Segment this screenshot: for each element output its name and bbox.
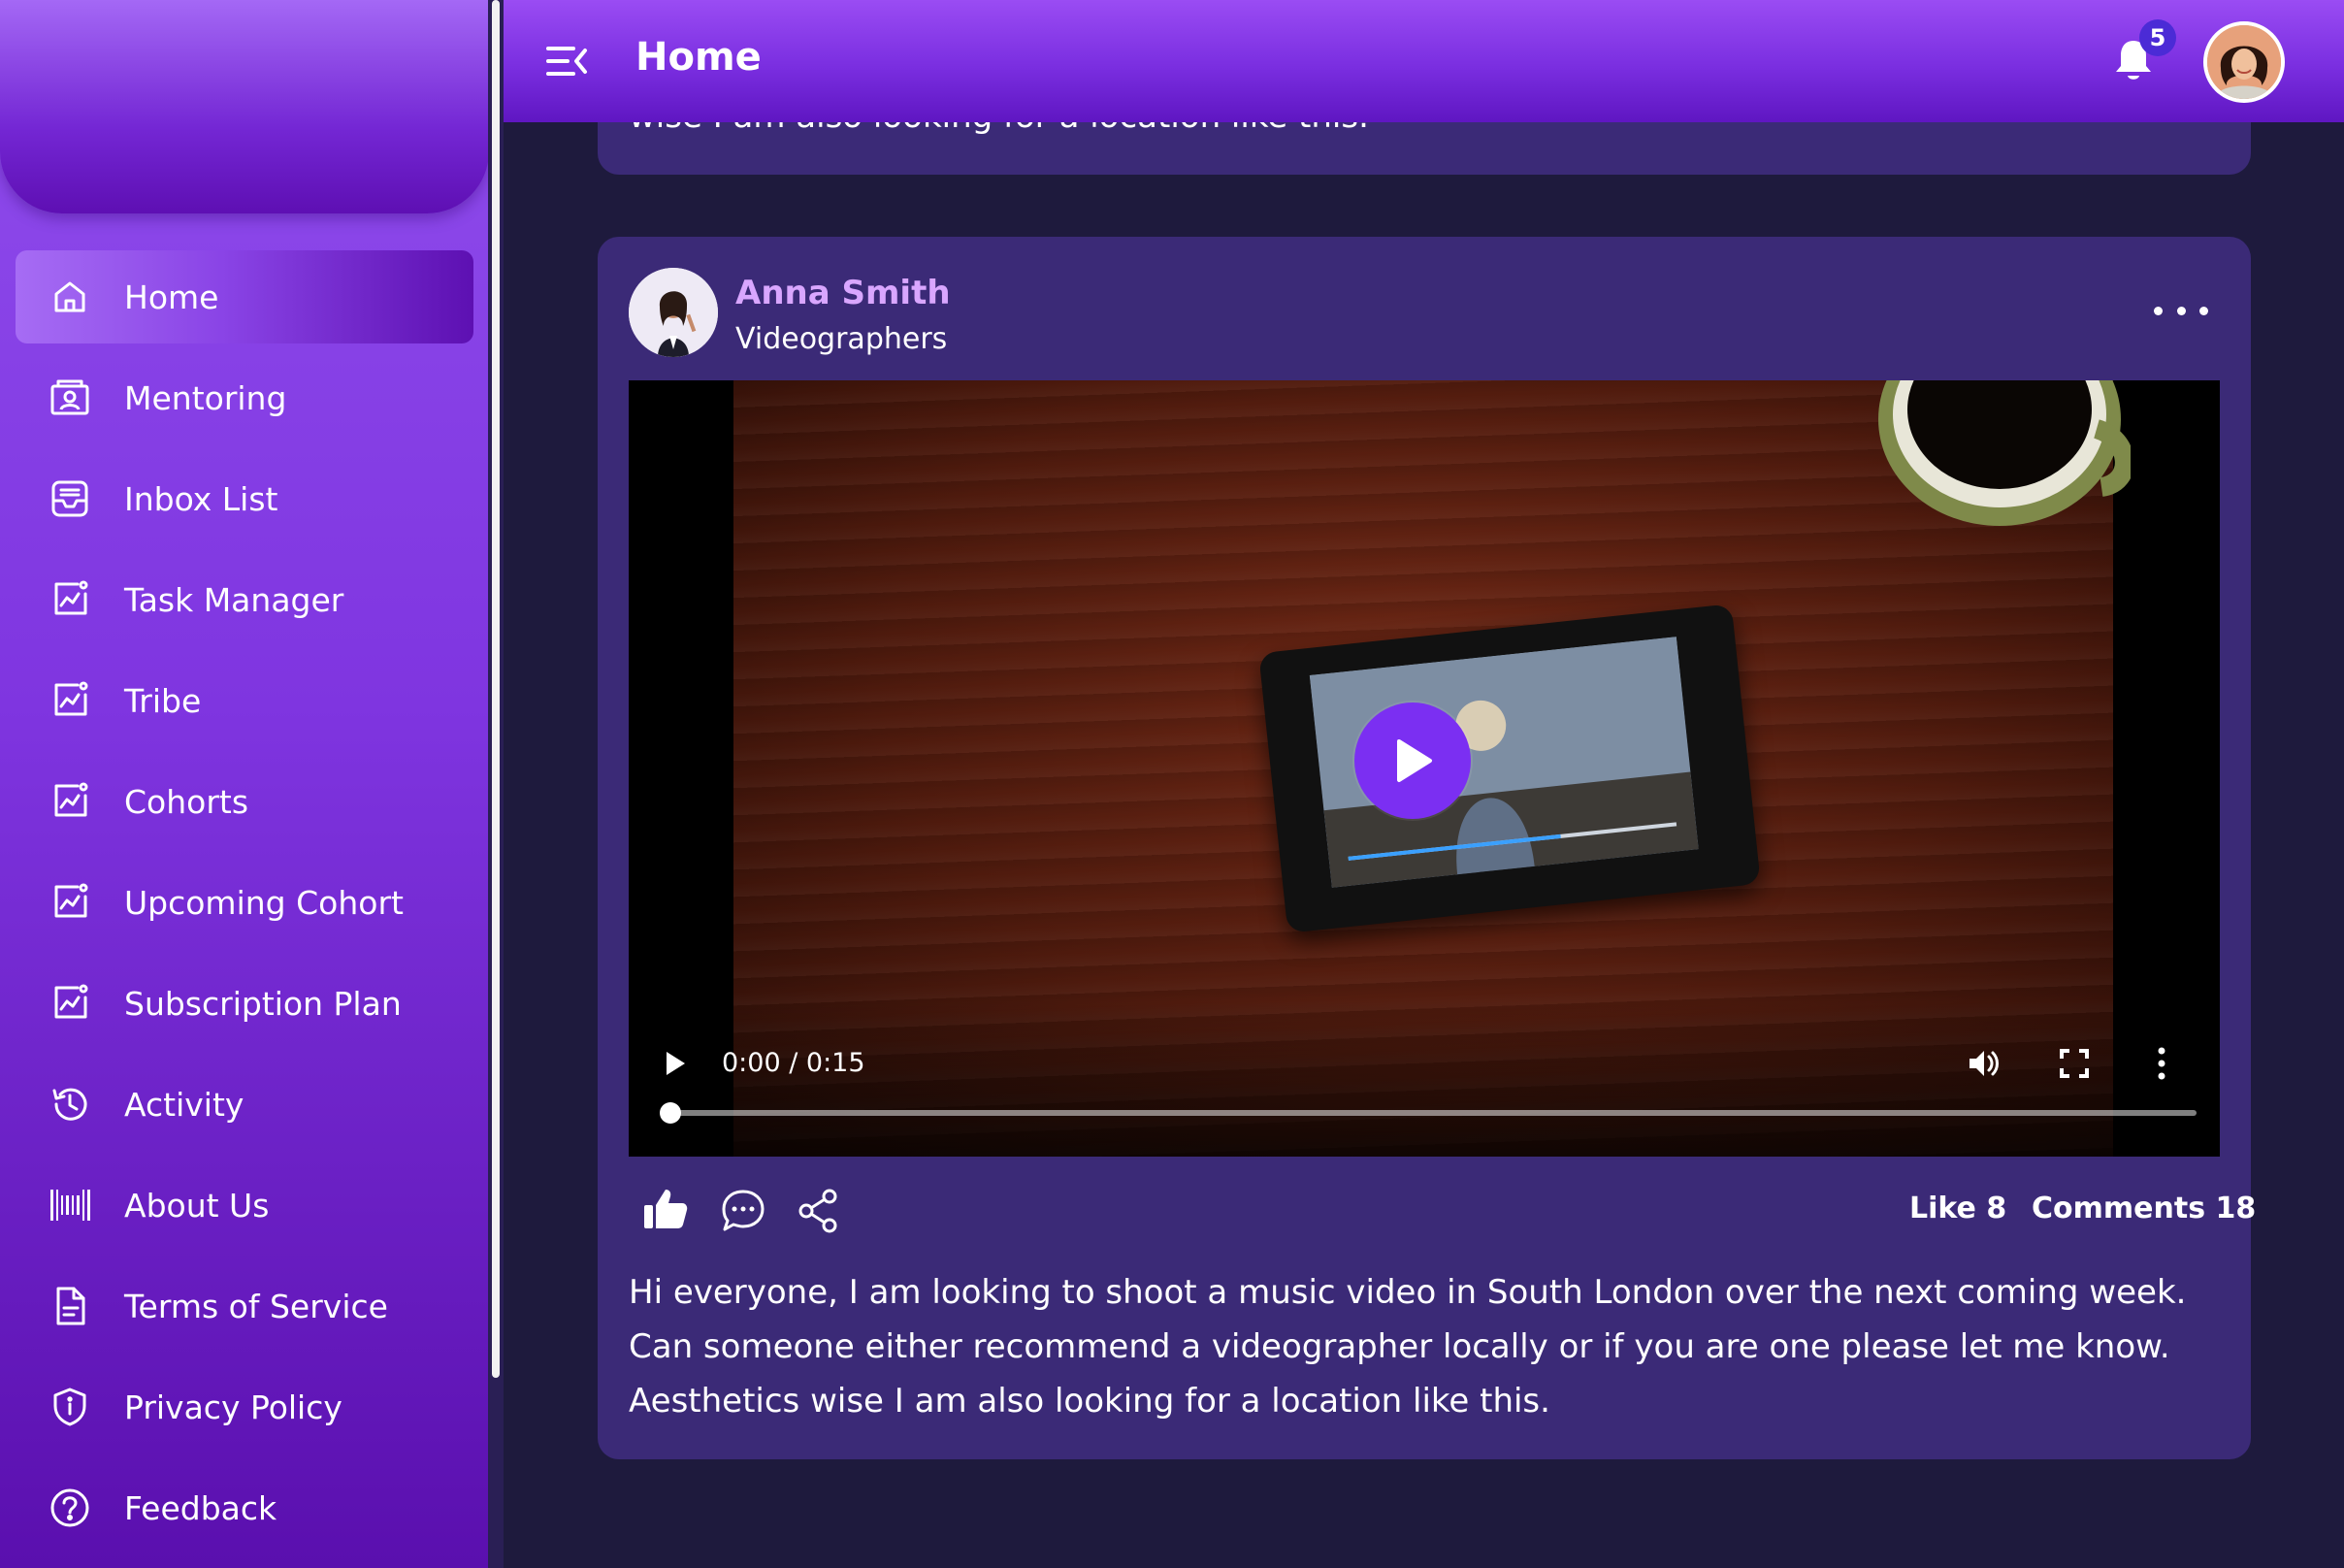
history-icon [49,1083,91,1126]
sidebar-item-label: Terms of Service [124,1287,388,1325]
mentoring-icon [49,376,91,419]
notification-badge[interactable]: 5 [2139,19,2176,56]
inbox-icon [49,477,91,520]
sidebar-item-terms-of-service[interactable]: Terms of Service [16,1259,473,1353]
video-menu-icon[interactable] [2156,1046,2167,1081]
sidebar-item-about-us[interactable]: About Us [16,1159,473,1252]
play-icon [1397,739,1432,782]
sidebar-item-cohorts[interactable]: Cohorts [16,755,473,848]
sidebar-item-home[interactable]: Home [16,250,473,343]
more-options-button[interactable] [2154,301,2208,320]
sidebar-scrollbar[interactable] [488,0,504,1568]
dot-icon [2154,306,2163,315]
sidebar-item-subscription-plan[interactable]: Subscription Plan [16,957,473,1050]
sidebar-item-upcoming-cohort[interactable]: Upcoming Cohort [16,856,473,949]
video-time: 0:00 / 0:15 [722,1048,865,1078]
sidebar-logo-area [0,0,489,213]
sidebar-item-tribe[interactable]: Tribe [16,654,473,747]
chart-icon [49,679,91,722]
author-avatar[interactable] [629,268,718,357]
home-icon [49,276,91,318]
post-card: Anna Smith Videographers 0:00 / 0:15 Lik… [598,237,2256,1459]
sidebar-item-label: Home [124,278,219,316]
video-progress-track[interactable] [669,1110,2197,1116]
thumbs-up-icon[interactable] [642,1186,689,1232]
scrollbar-thumb[interactable] [492,0,500,1378]
sidebar-item-activity[interactable]: Activity [16,1058,473,1151]
chart-icon [49,780,91,823]
barcode-icon [49,1184,91,1226]
chart-icon [49,578,91,621]
chart-icon [49,881,91,924]
sidebar-item-inbox-list[interactable]: Inbox List [16,452,473,545]
sidebar-item-label: Mentoring [124,378,287,417]
comments-count[interactable]: Comments 18 [2032,1192,2256,1225]
sidebar-item-label: Subscription Plan [124,984,402,1023]
play-button-large[interactable] [1354,702,1471,819]
sidebar-item-label: About Us [124,1186,270,1225]
sidebar-item-mentoring[interactable]: Mentoring [16,351,473,444]
sidebar-item-label: Activity [124,1085,244,1124]
post-text: Hi everyone, I am looking to shoot a mus… [629,1273,2187,1421]
avatar[interactable] [2203,21,2285,103]
top-bar: Home 5 [504,0,2344,122]
tablet-image [1258,604,1761,933]
author-role: Videographers [735,322,948,356]
sidebar-item-label: Task Manager [124,580,344,619]
chart-icon [49,982,91,1025]
sidebar-item-task-manager[interactable]: Task Manager [16,553,473,646]
help-circle-icon [49,1486,91,1529]
sidebar-item-privacy-policy[interactable]: Privacy Policy [16,1360,473,1454]
comment-icon[interactable] [720,1188,766,1234]
menu-collapse-icon[interactable] [546,43,589,80]
sidebar-item-label: Feedback [124,1488,277,1527]
sidebar: Home Mentoring Inbox List Task Manager T… [0,0,491,1568]
author-name[interactable]: Anna Smith [735,274,951,312]
sidebar-item-feedback[interactable]: Feedback [16,1461,473,1554]
shield-icon [49,1386,91,1428]
dot-icon [2176,306,2186,315]
sidebar-item-label: Privacy Policy [124,1388,342,1426]
volume-icon[interactable] [1966,1046,2001,1081]
dot-icon [2199,306,2208,315]
document-icon [49,1285,91,1327]
share-icon[interactable] [798,1188,840,1234]
fullscreen-icon[interactable] [2059,1048,2090,1079]
sidebar-item-label: Inbox List [124,479,278,518]
video-progress-thumb[interactable] [660,1102,681,1124]
page-title: Home [635,35,762,80]
video-player[interactable]: 0:00 / 0:15 [629,380,2220,1157]
coffee-mug-image [1878,380,2131,526]
sidebar-item-label: Cohorts [124,782,249,821]
sidebar-item-label: Tribe [124,681,202,720]
play-icon[interactable] [664,1050,687,1077]
like-count[interactable]: Like 8 [1909,1192,2006,1225]
sidebar-item-label: Upcoming Cohort [124,883,404,922]
